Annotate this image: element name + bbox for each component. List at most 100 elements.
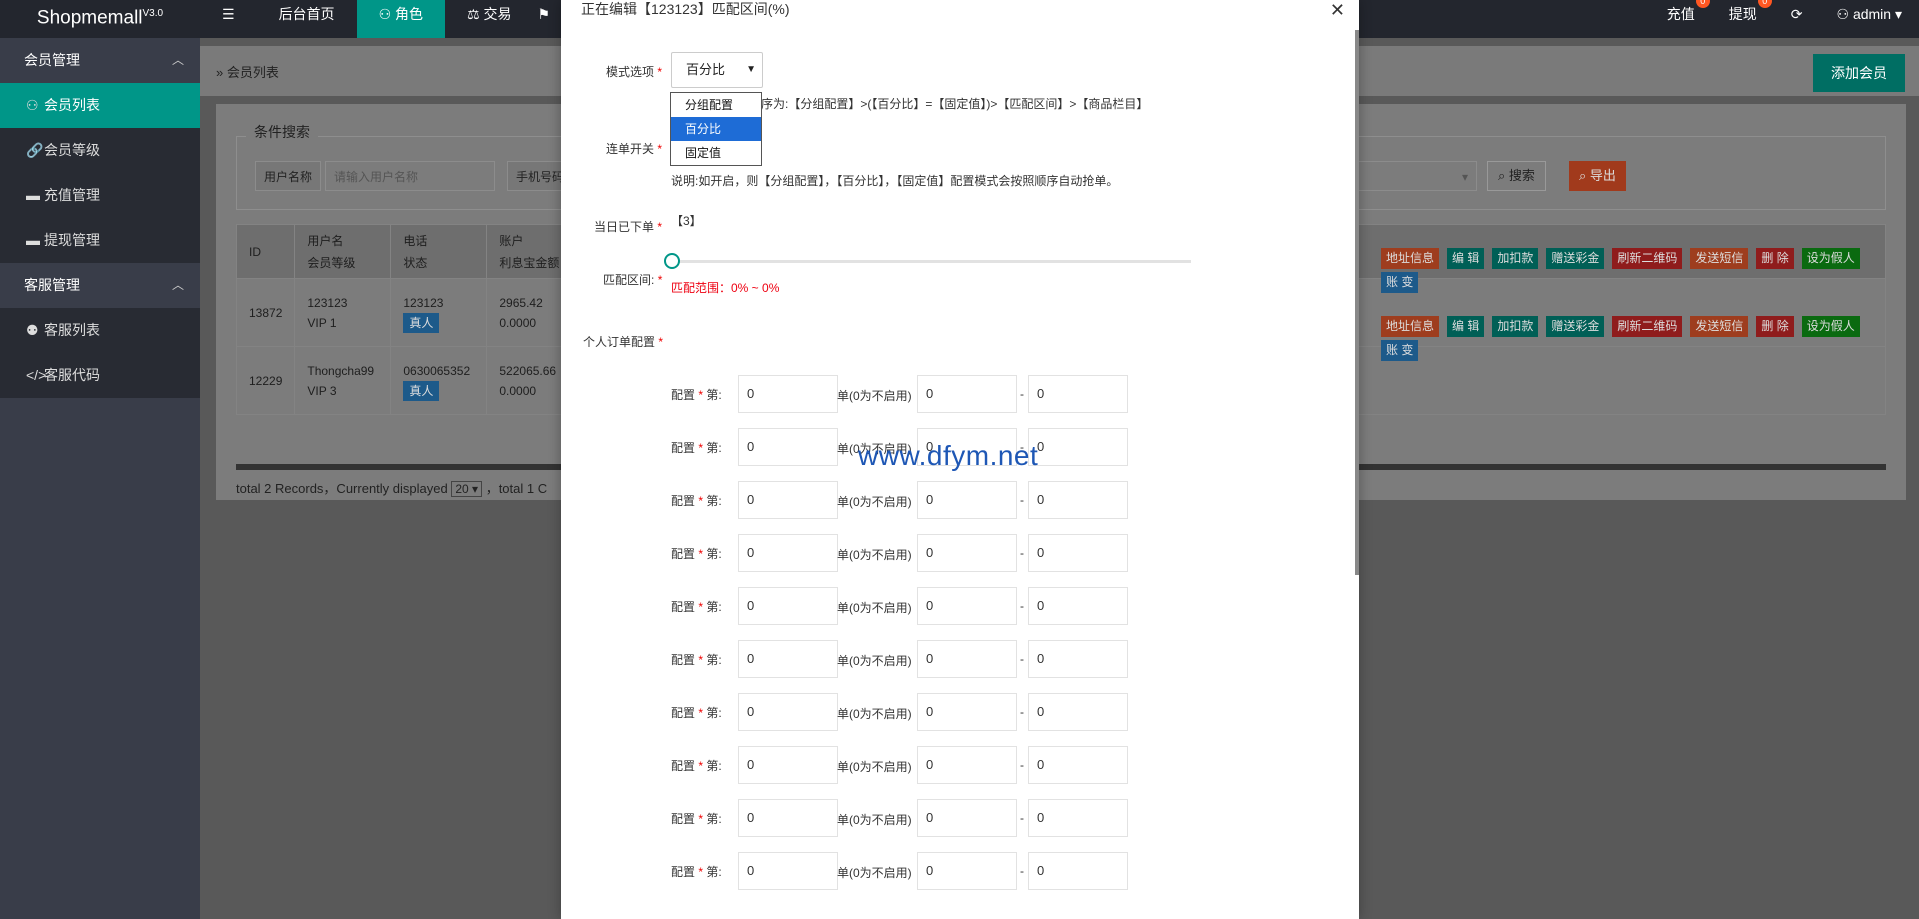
order-number-input[interactable]: 0 xyxy=(738,852,838,890)
withdraw-link[interactable]: 提现 0 xyxy=(1712,0,1774,38)
order-number-input[interactable]: 0 xyxy=(738,481,838,519)
recharge-link[interactable]: 充值 0 xyxy=(1650,0,1712,38)
range-min-input[interactable]: 0 xyxy=(917,799,1017,837)
sidebar-item-member-level[interactable]: 🔗会员等级 xyxy=(0,128,200,173)
range-min-input[interactable]: 0 xyxy=(917,693,1017,731)
sidebar-item-label: 客服列表 xyxy=(44,322,100,338)
unit-text: 单(0为不启用) xyxy=(837,389,912,403)
admin-menu[interactable]: ⚇ admin ▾ xyxy=(1819,0,1919,38)
col-username: 用户名 会员等级 xyxy=(294,224,392,279)
range-max-input[interactable]: 0 xyxy=(1028,746,1128,784)
account-change-button[interactable]: 账 变 xyxy=(1381,340,1419,361)
sidebar-item-recharge[interactable]: ▬ 充值管理 xyxy=(0,173,200,218)
range-max-input[interactable]: 0 xyxy=(1028,799,1128,837)
order-number-input[interactable]: 0 xyxy=(738,746,838,784)
cell-username: 123123 VIP 1 xyxy=(294,278,392,347)
row-actions-2: 账 变 xyxy=(1381,272,1419,293)
order-number-input[interactable]: 0 xyxy=(738,799,838,837)
page-size-select[interactable]: 20 ▾ xyxy=(451,481,483,497)
range-max-input[interactable]: 0 xyxy=(1028,852,1128,890)
page-size-value: 20 xyxy=(455,482,469,496)
app-logo[interactable]: ShopmemallV3.0 xyxy=(0,0,200,38)
username-input[interactable]: 请输入用户名称 xyxy=(325,161,495,191)
order-number-input[interactable]: 0 xyxy=(738,534,838,572)
sidebar-item-service-code[interactable]: </>客服代码 xyxy=(0,353,200,398)
range-dash: - xyxy=(1020,864,1024,878)
personal-label-text: 个人订单配置 xyxy=(583,335,656,349)
address-info-button[interactable]: 地址信息 xyxy=(1381,316,1440,337)
edit-button[interactable]: 编 辑 xyxy=(1447,248,1485,269)
range-min-input[interactable]: 0 xyxy=(917,746,1017,784)
config-row: 配置 * 第: 0 单(0为不启用) 0-0 xyxy=(561,799,1359,837)
range-max-input[interactable]: 0 xyxy=(1028,534,1128,572)
config-row-label: 配置 * 第: xyxy=(671,704,722,721)
mode-select[interactable]: 百分比 ▼ xyxy=(671,52,763,88)
top-nav-menu: ☰ 后台首页 ⚇ 角色 ⚖ 交易 ⚑ xyxy=(200,0,554,38)
nav-dashboard[interactable]: 后台首页 xyxy=(257,0,357,38)
range-max-input[interactable]: 0 xyxy=(1028,481,1128,519)
account-change-button[interactable]: 账 变 xyxy=(1381,272,1419,293)
delete-button[interactable]: 删 除 xyxy=(1756,316,1794,337)
sidebar-item-member-list[interactable]: ⚇ 会员列表 xyxy=(0,83,200,128)
set-fake-button[interactable]: 设为假人 xyxy=(1801,316,1860,337)
range-min-input[interactable]: 0 xyxy=(917,534,1017,572)
send-sms-button[interactable]: 发送短信 xyxy=(1690,248,1749,269)
nav-flag-icon[interactable]: ⚑ xyxy=(533,0,554,38)
mode-option-group[interactable]: 分组配置 xyxy=(671,93,761,117)
breadcrumb: » 会员列表 xyxy=(216,65,279,80)
range-min-input[interactable]: 0 xyxy=(917,587,1017,625)
order-number-input[interactable]: 0 xyxy=(738,640,838,678)
config-suffix-text: 第: xyxy=(706,547,722,561)
refresh-qrcode-button[interactable]: 刷新二维码 xyxy=(1612,316,1683,337)
sidebar-group-members[interactable]: 会员管理 ︿ xyxy=(0,38,200,83)
adjust-balance-button[interactable]: 加扣款 xyxy=(1492,248,1539,269)
username-text: 123123 xyxy=(307,295,348,310)
config-label-text: 配置 xyxy=(671,388,696,402)
mode-option-fixed[interactable]: 固定值 xyxy=(671,141,761,165)
gift-bonus-button[interactable]: 赠送彩金 xyxy=(1546,248,1605,269)
range-slider-handle[interactable] xyxy=(664,253,680,269)
range-max-input[interactable]: 0 xyxy=(1028,428,1128,466)
range-max-input[interactable]: 0 xyxy=(1028,587,1128,625)
mode-option-percent[interactable]: 百分比 xyxy=(671,117,761,141)
send-sms-button[interactable]: 发送短信 xyxy=(1690,316,1749,337)
required-mark: * xyxy=(698,865,704,879)
config-row: 配置 * 第: 0 单(0为不启用) 0-0 xyxy=(561,640,1359,678)
range-min-input[interactable]: 0 xyxy=(917,640,1017,678)
sidebar-item-withdraw[interactable]: ▬ 提现管理 xyxy=(0,218,200,263)
range-min-input[interactable]: 0 xyxy=(917,481,1017,519)
withdraw-label: 提现 xyxy=(1728,6,1757,22)
gift-bonus-button[interactable]: 赠送彩金 xyxy=(1546,316,1605,337)
delete-button[interactable]: 删 除 xyxy=(1756,248,1794,269)
range-min-input[interactable]: 0 xyxy=(917,852,1017,890)
required-mark: * xyxy=(698,812,704,826)
order-number-input[interactable]: 0 xyxy=(738,693,838,731)
group-label: 会员管理 xyxy=(24,52,80,68)
col-username-label: 用户名 xyxy=(307,233,344,248)
nav-roles[interactable]: ⚇ 角色 xyxy=(356,0,446,38)
cell-id: 12229 xyxy=(235,346,296,415)
range-max-input[interactable]: 0 xyxy=(1028,640,1128,678)
switch-note: 说明:如开启，则【分组配置】，【百分比】，【固定值】配置模式会按照顺序自动抢单。 xyxy=(671,174,1119,188)
menu-toggle-icon[interactable]: ☰ xyxy=(200,0,257,38)
export-button[interactable]: ⌕ 导出 xyxy=(1569,161,1626,191)
add-member-button[interactable]: 添加会员 xyxy=(1813,54,1905,92)
sidebar-group-service[interactable]: 客服管理 ︿ xyxy=(0,263,200,308)
range-max-input[interactable]: 0 xyxy=(1028,375,1128,413)
address-info-button[interactable]: 地址信息 xyxy=(1381,248,1440,269)
range-min-input[interactable]: 0 xyxy=(917,375,1017,413)
range-slider-track[interactable] xyxy=(671,260,1191,263)
sidebar-item-service-list[interactable]: ⚉ 客服列表 xyxy=(0,308,200,353)
order-number-input[interactable]: 0 xyxy=(738,428,838,466)
adjust-balance-button[interactable]: 加扣款 xyxy=(1492,316,1539,337)
range-max-input[interactable]: 0 xyxy=(1028,693,1128,731)
nav-trade[interactable]: ⚖ 交易 xyxy=(445,0,533,38)
edit-button[interactable]: 编 辑 xyxy=(1447,316,1485,337)
refresh-icon[interactable]: ⟳ xyxy=(1774,0,1820,38)
refresh-qrcode-button[interactable]: 刷新二维码 xyxy=(1612,248,1683,269)
search-button[interactable]: ⌕ 搜索 xyxy=(1487,161,1546,191)
order-number-input[interactable]: 0 xyxy=(738,375,838,413)
close-icon[interactable]: ✕ xyxy=(1330,0,1345,20)
set-fake-button[interactable]: 设为假人 xyxy=(1801,248,1860,269)
order-number-input[interactable]: 0 xyxy=(738,587,838,625)
